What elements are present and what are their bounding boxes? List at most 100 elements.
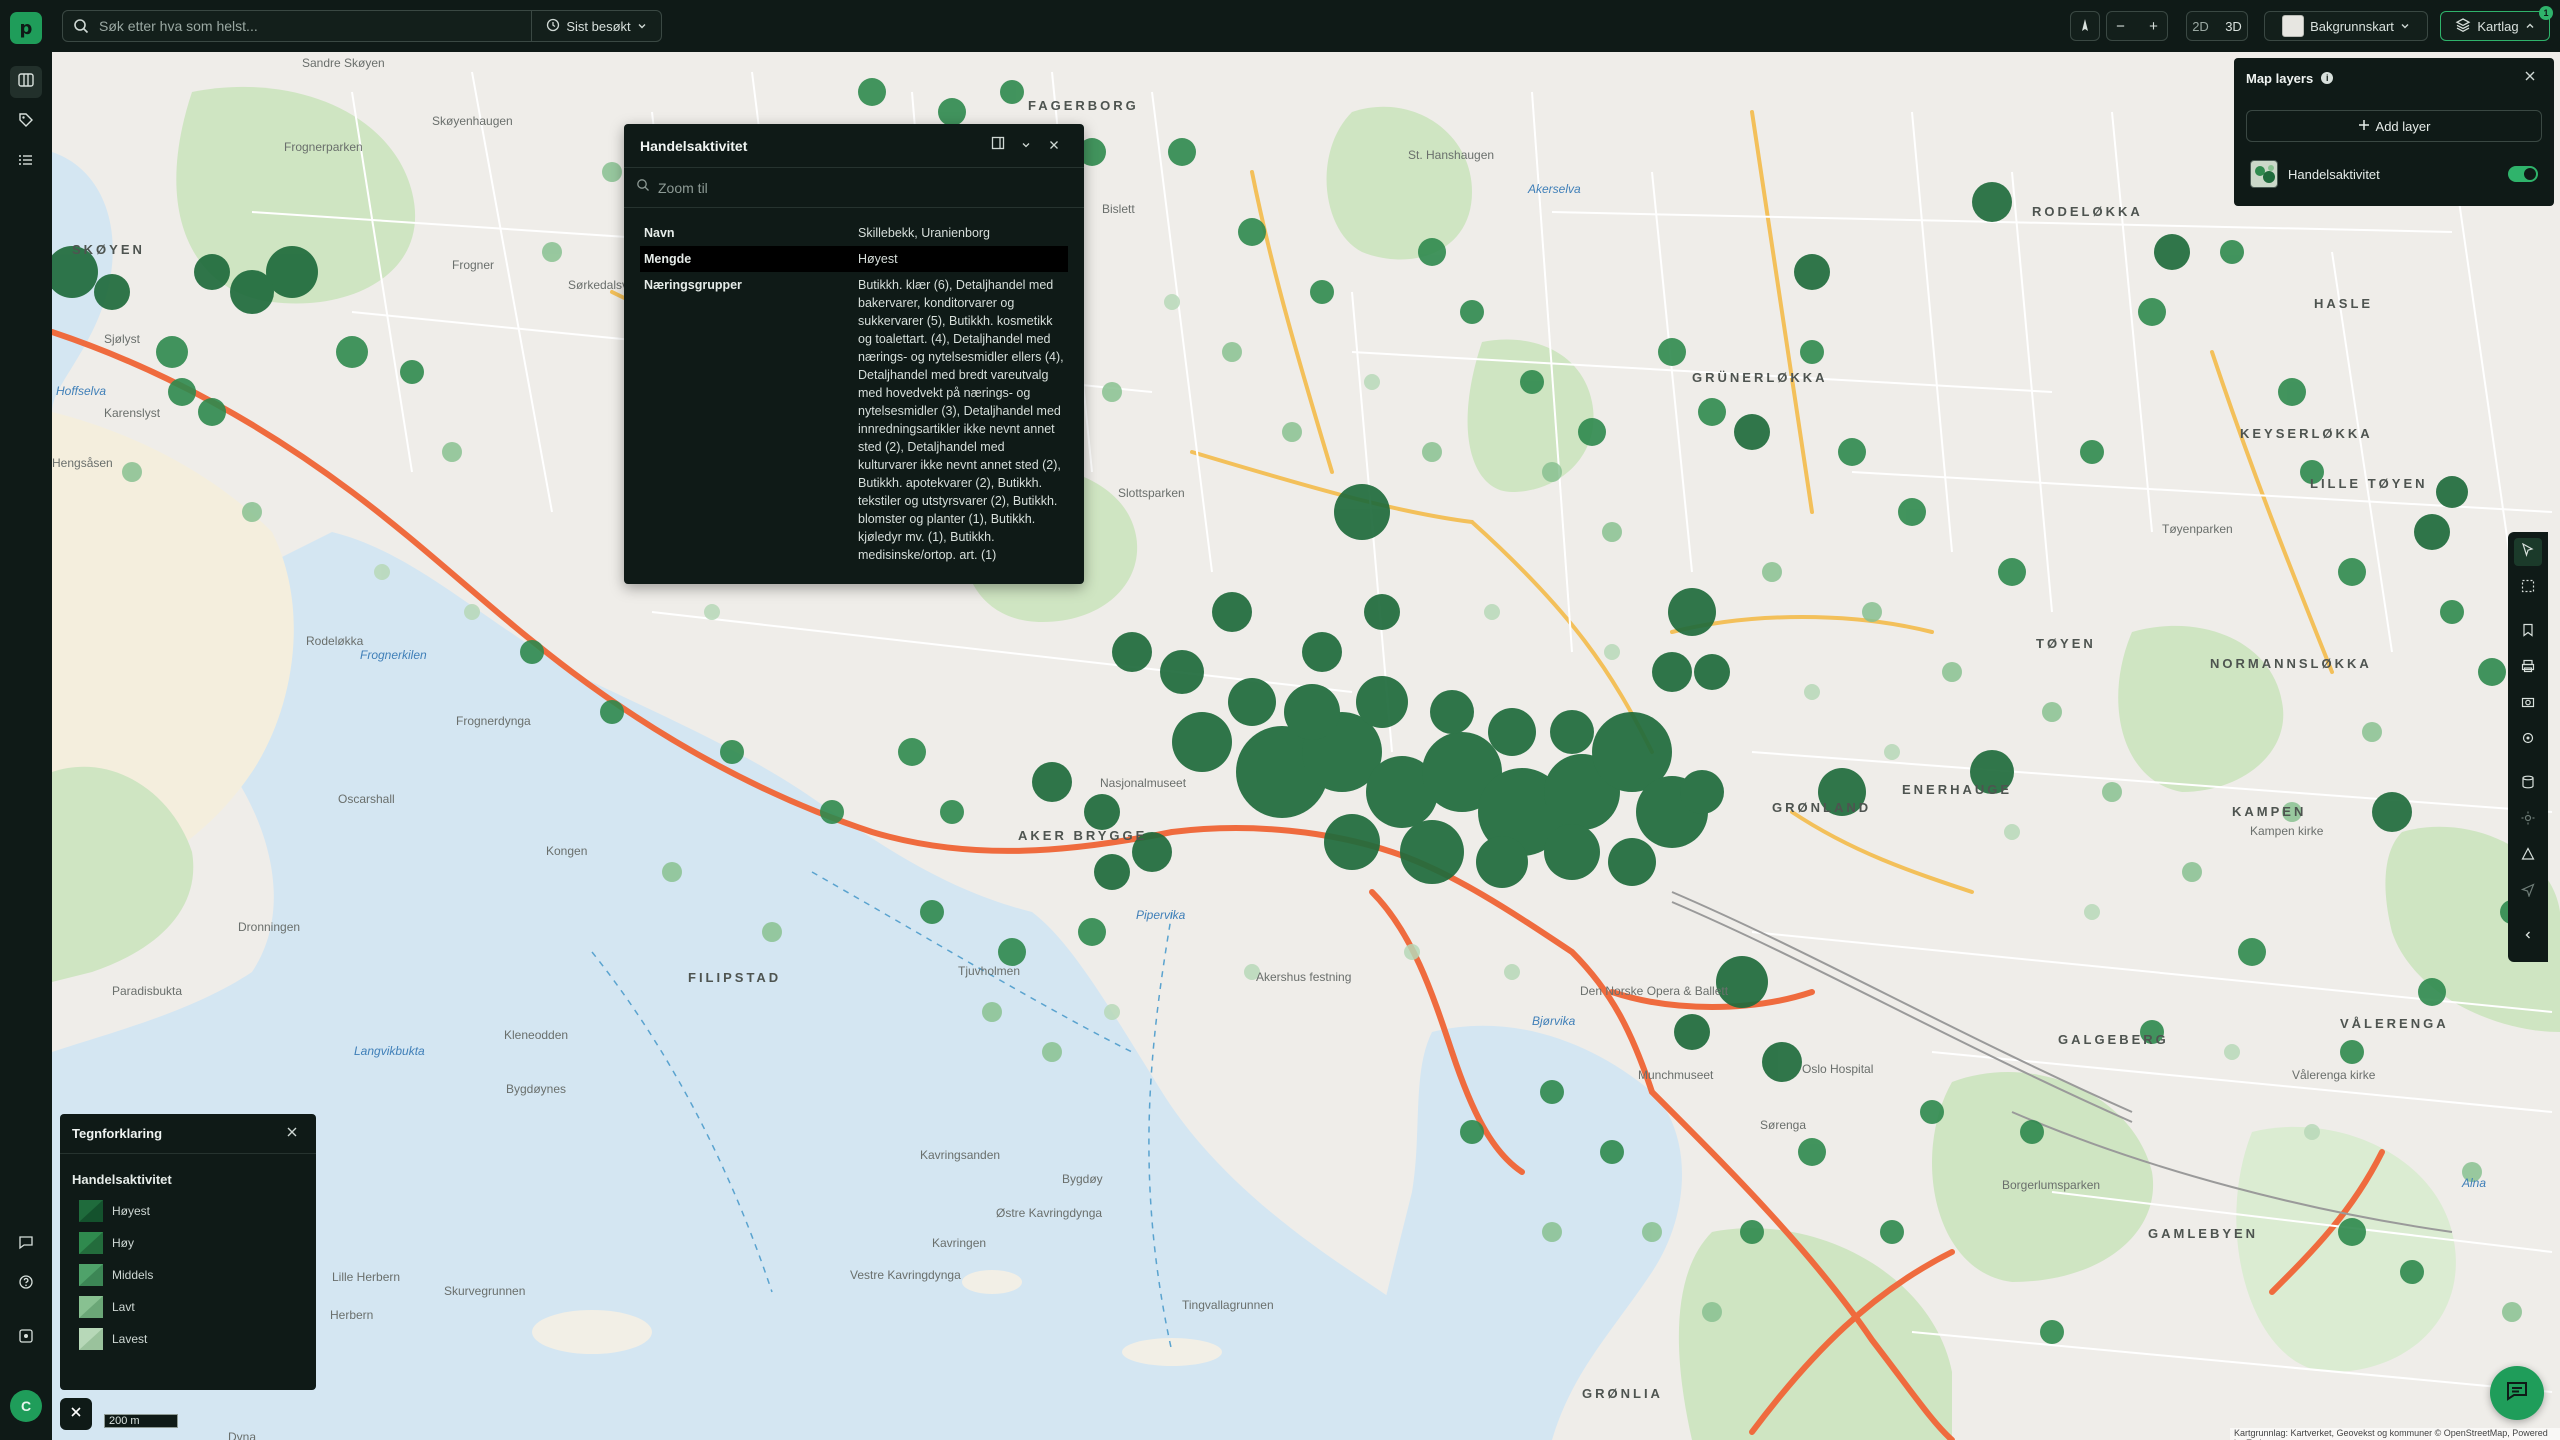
add-layer-button[interactable]: Add layer — [2246, 110, 2542, 142]
view-mode-toggle: 2D 3D — [2186, 11, 2248, 41]
map-view-button[interactable] — [10, 66, 42, 98]
camera-icon — [2521, 695, 2535, 714]
tags-button[interactable] — [10, 106, 42, 138]
lighting-button[interactable] — [2514, 806, 2542, 834]
legend-swatch — [79, 1232, 103, 1254]
island — [532, 1310, 652, 1354]
map-label: Herbern — [330, 1308, 374, 1322]
map-label: Nasjonalmuseet — [1100, 776, 1187, 790]
legend-panel: Tegnforklaring Handelsaktivitet Høyest H… — [60, 1114, 316, 1390]
feedback-button[interactable] — [10, 1228, 42, 1260]
bookmark-button[interactable] — [2514, 618, 2542, 646]
mode-3d-button[interactable]: 3D — [2225, 19, 2242, 34]
close-icon — [70, 1405, 82, 1423]
map-layers-label: Kartlag — [2477, 18, 2519, 34]
sun-icon — [2521, 811, 2535, 830]
close-icon — [286, 1125, 298, 1143]
map-label: VÅLERENGA — [2340, 1016, 2449, 1031]
attribute-row: Mengde Høyest — [640, 246, 1068, 272]
popup-title: Handelsaktivitet — [640, 137, 748, 154]
basemap-label: Bakgrunnskart — [2310, 18, 2394, 34]
close-icon — [2524, 69, 2536, 87]
attribute-value: Høyest — [858, 252, 898, 266]
recent-dropdown[interactable]: Sist besøkt — [531, 11, 661, 41]
legend-swatch — [79, 1200, 103, 1222]
measure-button[interactable] — [2514, 842, 2542, 870]
map-label: Kavringen — [932, 1236, 987, 1250]
mode-2d-button[interactable]: 2D — [2192, 19, 2209, 34]
print-button[interactable] — [2514, 654, 2542, 682]
map-label: Akerselva — [1528, 182, 1581, 196]
map-label: GRØNLAND — [1772, 800, 1872, 815]
attribute-row: Navn Skillebekk, Uranienborg — [640, 220, 1068, 246]
map-label: RODELØKKA — [2032, 204, 2143, 219]
screenshot-button[interactable] — [2514, 690, 2542, 718]
map-label: Karenslyst — [104, 406, 161, 420]
map-label: Bygdøynes — [506, 1082, 567, 1096]
map-label: Hengsåsen — [52, 456, 113, 470]
map-canvas[interactable]: SKØYEN FAGERBORG RODELØKKA HASLE GRÜNERL… — [52, 52, 2560, 1440]
dock-button[interactable] — [984, 132, 1012, 160]
map-label: Sørenga — [1760, 1118, 1807, 1132]
compass-button[interactable] — [2070, 11, 2100, 41]
map-label: Tingvallagrunnen — [1182, 1298, 1274, 1312]
close-overlay-button[interactable] — [60, 1398, 92, 1430]
layer-visibility-toggle[interactable] — [2508, 166, 2538, 182]
map-label: Frogner — [452, 258, 495, 272]
layers-count-badge: 1 — [2539, 6, 2553, 20]
zoom-out-button[interactable]: − — [2116, 18, 2125, 35]
legend-item-label: Høyest — [112, 1204, 151, 1218]
zoom-in-button[interactable]: + — [2149, 18, 2158, 35]
help-button[interactable] — [10, 1268, 42, 1300]
printer-icon — [2521, 659, 2535, 678]
map-label: Bygdøy — [1062, 1172, 1103, 1186]
island — [1122, 1338, 1222, 1366]
map-label: GRØNLIA — [1582, 1386, 1663, 1401]
map-layers-panel: Map layers i Add layer Handelsaktivitet — [2234, 58, 2554, 206]
map-label: Kavringsanden — [920, 1148, 1001, 1162]
map-label: Munch­museet — [1638, 1068, 1714, 1082]
map-label: Lille Herbern — [332, 1270, 401, 1284]
legend-layer-name: Handelsaktivitet — [72, 1172, 172, 1187]
workspace-icon — [18, 1328, 34, 1349]
search-input[interactable] — [99, 11, 531, 41]
select-tool-button[interactable] — [2514, 538, 2542, 566]
collapse-tools-button[interactable] — [2514, 922, 2542, 950]
collapse-button[interactable] — [1012, 132, 1040, 160]
map-tools — [2508, 532, 2548, 962]
attribute-value: Butikkh. klær (6), Detaljhandel med bake… — [858, 278, 1064, 562]
zoom-to-button[interactable]: Zoom til — [624, 168, 1084, 208]
app-logo[interactable]: p — [10, 12, 42, 44]
map-label: Vålerenga kirke — [2292, 1068, 2376, 1082]
legend-item-label: Lavest — [112, 1332, 148, 1346]
basemap-thumbnail — [2282, 15, 2305, 37]
info-icon[interactable]: i — [2321, 72, 2334, 84]
legend-item: Middels — [60, 1259, 316, 1291]
navigate-button[interactable] — [2514, 878, 2542, 906]
attribute-key: Næringsgrupper — [644, 278, 742, 292]
layer-item[interactable]: Handelsaktivitet — [2246, 154, 2542, 194]
basemap-dropdown[interactable]: Bakgrunnskart — [2264, 11, 2428, 41]
data-button[interactable] — [2514, 770, 2542, 798]
map-label: GRÜNERLØKKA — [1692, 370, 1828, 385]
legend-header: Tegnforklaring — [60, 1114, 316, 1154]
map-label: Slottsparken — [1118, 486, 1185, 500]
map-label: Frognerparken — [284, 140, 363, 154]
locate-button[interactable] — [2514, 726, 2542, 754]
chat-button[interactable] — [2490, 1366, 2544, 1420]
close-popup-button[interactable] — [1040, 132, 1068, 160]
box-select-button[interactable] — [2514, 574, 2542, 602]
map-label: Tøyenparken — [2162, 522, 2233, 536]
chat-bubble-icon — [2505, 1379, 2529, 1408]
map-label: Dyna — [228, 1430, 257, 1440]
layers-header: Map layers i — [2234, 58, 2554, 98]
list-button[interactable] — [10, 146, 42, 178]
map-label: Tjuvholmen — [958, 964, 1021, 978]
map-layers-button[interactable]: Kartlag 1 — [2440, 6, 2553, 41]
close-layers-button[interactable] — [2518, 66, 2542, 90]
chevron-down-icon — [1021, 137, 1031, 155]
close-legend-button[interactable] — [280, 1122, 304, 1146]
workspace-button[interactable] — [10, 1322, 42, 1354]
user-avatar[interactable]: C — [10, 1390, 42, 1422]
map-label: KEYSERLØKKA — [2240, 426, 2373, 441]
